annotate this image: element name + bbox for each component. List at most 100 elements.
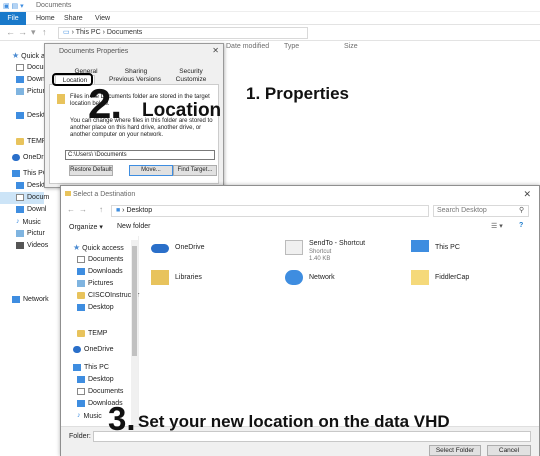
folder-icon	[77, 291, 85, 299]
grid-item[interactable]: This PC	[411, 238, 521, 262]
nav-item[interactable]: Downloads	[77, 266, 123, 278]
tree-item[interactable]: Pictur	[16, 86, 45, 98]
nav-item[interactable]: TEMP	[77, 328, 107, 340]
grid-item[interactable]: Network	[285, 268, 395, 292]
nav-item[interactable]: Documents	[77, 254, 123, 266]
nav-item[interactable]: OneDrive	[73, 344, 114, 356]
shortcut-icon	[285, 240, 303, 255]
column-type[interactable]: Type	[284, 43, 299, 50]
download-icon	[16, 75, 24, 83]
breadcrumb-desktop[interactable]: Desktop	[126, 207, 152, 214]
folder-icon	[57, 94, 65, 104]
tree-item[interactable]: Deskt	[16, 180, 45, 192]
step-2-number: 2.	[88, 80, 122, 127]
nav-item[interactable]: ♪ Music	[77, 410, 102, 422]
grid-item[interactable]: Libraries	[151, 268, 261, 292]
search-icon: ⚲	[519, 207, 525, 214]
network-icon	[285, 270, 303, 285]
folder-label: Folder:	[69, 433, 91, 440]
desktop-icon	[77, 375, 85, 383]
folder-icon	[16, 137, 24, 145]
desktop-icon	[16, 181, 24, 189]
nav-item[interactable]: Desktop	[77, 302, 114, 314]
download-icon	[77, 267, 85, 275]
tree-item[interactable]: Downl	[16, 204, 46, 216]
cloud-icon	[12, 153, 20, 161]
nav-scrollbar-thumb[interactable]	[132, 246, 137, 356]
ribbon-tab-share[interactable]: Share	[64, 12, 83, 25]
desktop-icon	[77, 303, 85, 311]
address-box[interactable]: ■ › Desktop	[111, 205, 429, 217]
tree-item[interactable]: Downl	[16, 74, 46, 86]
recent-chevron-icon[interactable]: ▾	[31, 27, 36, 38]
address-box[interactable]: ▭ › This PC › Documents	[58, 27, 308, 39]
restore-default-button[interactable]: Restore Default	[69, 165, 113, 176]
folder-field[interactable]	[93, 431, 531, 442]
back-arrow-icon[interactable]: ←	[67, 205, 75, 214]
video-icon	[16, 241, 24, 249]
nav-quick-access[interactable]: ★ Quick access	[73, 242, 124, 254]
pc-icon: ▭	[63, 29, 70, 36]
help-icon[interactable]: ?	[519, 222, 523, 229]
grid-item[interactable]: SendTo - Shortcut Shortcut 1.40 KB	[285, 238, 395, 268]
music-icon: ♪	[77, 412, 81, 419]
nav-item[interactable]: CISCOInstructor	[77, 290, 139, 302]
forward-arrow-icon[interactable]: →	[18, 27, 27, 37]
folder-icon	[65, 191, 71, 196]
dialog-title: Select a Destination	[73, 191, 136, 198]
grid-item[interactable]: FiddlerCap	[411, 268, 521, 292]
tree-item[interactable]: OneDri	[12, 152, 45, 164]
ribbon-tab-home[interactable]: Home	[36, 12, 55, 25]
tab-customize[interactable]: Customize	[169, 75, 213, 84]
tree-item[interactable]: TEMP	[16, 136, 46, 148]
move-button[interactable]: Move...	[129, 165, 173, 176]
up-arrow-icon[interactable]: ↑	[42, 27, 47, 37]
breadcrumb-documents[interactable]: Documents	[107, 29, 142, 36]
nav-item[interactable]: Pictures	[77, 278, 113, 290]
nav-item[interactable]: Documents	[77, 386, 123, 398]
step-2-annotation: Location	[142, 100, 222, 121]
cloud-icon	[151, 244, 169, 253]
grid-item[interactable]: OneDrive	[151, 238, 261, 262]
tree-item[interactable]: Pictur	[16, 228, 45, 240]
target-path-field[interactable]: C:\Users\ \Documents	[65, 150, 215, 160]
forward-arrow-icon[interactable]: →	[79, 205, 87, 214]
back-arrow-icon[interactable]: ←	[6, 27, 15, 37]
find-target-button[interactable]: Find Target...	[173, 165, 217, 176]
nav-item[interactable]: This PC	[73, 362, 109, 374]
close-icon[interactable]: ✕	[523, 189, 531, 200]
explorer-title-bar: ▣ ▤ ▾ Documents	[0, 0, 540, 12]
select-folder-button[interactable]: Select Folder	[429, 445, 481, 456]
organize-button[interactable]: Organize ▾	[69, 223, 103, 231]
command-bar: Organize ▾ New folder ☰ ▾ ?	[61, 220, 539, 234]
quick-access-toolbar-icon[interactable]: ▣ ▤ ▾	[3, 2, 24, 10]
ribbon-tab-view[interactable]: View	[95, 12, 110, 25]
view-options-icon[interactable]: ☰ ▾	[491, 222, 503, 230]
close-icon[interactable]: ✕	[212, 46, 219, 55]
dialog-title: Documents Properties	[59, 48, 129, 55]
cancel-button[interactable]: Cancel	[487, 445, 531, 456]
tree-item[interactable]: ♪ Music	[16, 216, 41, 228]
breadcrumb-this-pc[interactable]: This PC	[76, 29, 101, 36]
pc-icon	[12, 169, 20, 177]
ribbon-tab-file[interactable]: File	[0, 12, 26, 25]
tree-item-selected[interactable]: Docum	[0, 192, 49, 204]
column-size[interactable]: Size	[344, 43, 358, 50]
document-icon	[77, 255, 85, 263]
up-arrow-icon[interactable]: ↑	[99, 205, 103, 214]
tree-quick-access[interactable]: ★ Quick a	[12, 50, 45, 62]
pictures-icon	[16, 229, 24, 237]
nav-item[interactable]: Desktop	[77, 374, 114, 386]
desktop-icon	[16, 111, 24, 119]
column-date-modified[interactable]: Date modified	[226, 43, 269, 50]
cloud-icon	[73, 345, 81, 353]
tree-item[interactable]: Videos	[16, 240, 48, 252]
network-icon	[12, 295, 20, 303]
search-input[interactable]: Search Desktop	[433, 205, 529, 217]
document-icon	[16, 63, 24, 71]
tree-item[interactable]: This PC	[12, 168, 48, 180]
new-folder-button[interactable]: New folder	[117, 223, 150, 230]
folder-icon	[77, 329, 85, 337]
libraries-icon	[151, 270, 169, 285]
tree-item[interactable]: Network	[12, 294, 49, 306]
